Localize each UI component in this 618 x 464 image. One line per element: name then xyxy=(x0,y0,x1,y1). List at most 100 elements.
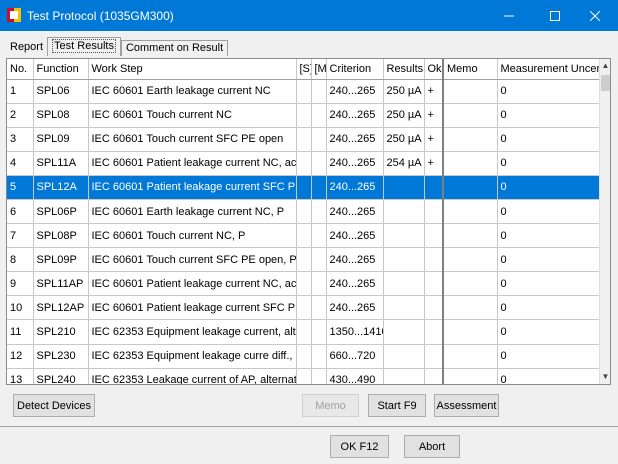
cell-s[interactable] xyxy=(296,295,312,321)
cell-function[interactable]: SPL11AP xyxy=(33,271,89,297)
cell-no[interactable]: 6 xyxy=(7,199,34,225)
assessment-button[interactable]: Assessment xyxy=(434,394,499,417)
cell-function[interactable]: SPL11A xyxy=(33,151,89,176)
cell-memo[interactable] xyxy=(442,151,498,176)
cell-results[interactable]: 250 µA xyxy=(383,127,425,152)
cell-memo[interactable] xyxy=(442,199,498,225)
col-header-function[interactable]: Function xyxy=(33,59,89,80)
cell-memo[interactable] xyxy=(442,175,498,200)
cell-memo[interactable] xyxy=(442,223,498,249)
cell-s[interactable] xyxy=(296,344,312,369)
cell-ok[interactable] xyxy=(424,319,444,345)
cell-criterion[interactable]: 240...265 xyxy=(326,103,384,128)
cell-uncertainty[interactable]: 0 xyxy=(497,319,602,345)
cell-criterion[interactable]: 240...265 xyxy=(326,199,384,225)
cell-criterion[interactable]: 240...265 xyxy=(326,127,384,152)
cell-no[interactable]: 10 xyxy=(7,295,34,321)
cell-uncertainty[interactable]: 0 xyxy=(497,295,602,321)
cell-criterion[interactable]: 240...265 xyxy=(326,223,384,249)
cell-function[interactable]: SPL09P xyxy=(33,247,89,273)
cell-criterion[interactable]: 240...265 xyxy=(326,151,384,176)
cell-uncertainty[interactable]: 0 xyxy=(497,79,602,104)
detect-devices-button[interactable]: Detect Devices xyxy=(13,394,95,417)
cell-no[interactable]: 9 xyxy=(7,271,34,297)
cell-m[interactable] xyxy=(311,344,327,369)
cell-no[interactable]: 11 xyxy=(7,319,34,345)
cell-results[interactable] xyxy=(383,271,425,297)
cell-work-step[interactable]: IEC 60601 Touch current SFC PE open xyxy=(88,127,297,152)
cell-no[interactable]: 8 xyxy=(7,247,34,273)
cell-s[interactable] xyxy=(296,79,312,104)
scroll-up-icon[interactable]: ▲ xyxy=(600,59,610,73)
cell-work-step[interactable]: IEC 60601 Patient leakage current NC, ac… xyxy=(88,271,297,297)
tab-comment-on-result[interactable]: Comment on Result xyxy=(120,40,229,56)
cell-criterion[interactable]: 660...720 xyxy=(326,344,384,369)
cell-memo[interactable] xyxy=(442,295,498,321)
cell-s[interactable] xyxy=(296,151,312,176)
table-row[interactable]: 13 SPL240 IEC 62353 Leakage current of AP,… xyxy=(7,368,602,384)
cell-no[interactable]: 7 xyxy=(7,223,34,249)
cell-memo[interactable] xyxy=(442,319,498,345)
cell-function[interactable]: SPL06 xyxy=(33,79,89,104)
cell-results[interactable] xyxy=(383,368,425,384)
cell-function[interactable]: SPL06P xyxy=(33,199,89,225)
cell-uncertainty[interactable]: 0 xyxy=(497,247,602,273)
cell-no[interactable]: 13 xyxy=(7,368,34,384)
tab-test-results[interactable]: Test Results xyxy=(47,37,121,56)
abort-button[interactable]: Abort xyxy=(404,435,460,458)
cell-s[interactable] xyxy=(296,368,312,384)
cell-work-step[interactable]: IEC 62353 Equipment leakage curre diff.,… xyxy=(88,344,297,369)
cell-uncertainty[interactable]: 0 xyxy=(497,271,602,297)
cell-function[interactable]: SPL230 xyxy=(33,344,89,369)
col-header-uncertainty[interactable]: Measurement Uncertainty xyxy=(497,59,602,80)
cell-work-step[interactable]: IEC 62353 Leakage current of AP, alterna… xyxy=(88,368,297,384)
cell-criterion[interactable]: 240...265 xyxy=(326,271,384,297)
cell-uncertainty[interactable]: 0 xyxy=(497,127,602,152)
col-header-criterion[interactable]: Criterion xyxy=(326,59,384,80)
cell-ok[interactable]: + xyxy=(424,103,444,128)
cell-m[interactable] xyxy=(311,175,327,200)
results-grid[interactable]: No. Function Work Step [S] [M] Criterion… xyxy=(6,58,611,385)
col-header-memo[interactable]: Memo xyxy=(442,59,498,80)
close-button[interactable] xyxy=(572,0,618,31)
table-row[interactable]: 2 SPL08 IEC 60601 Touch current NC 240...26… xyxy=(7,103,602,128)
cell-memo[interactable] xyxy=(442,79,498,104)
table-row[interactable]: 1 SPL06 IEC 60601 Earth leakage current NC… xyxy=(7,79,602,104)
cell-no[interactable]: 1 xyxy=(7,79,34,104)
memo-button[interactable]: Memo xyxy=(302,394,359,417)
cell-ok[interactable] xyxy=(424,199,444,225)
table-row[interactable]: 9 SPL11AP IEC 60601 Patient leakage curren… xyxy=(7,271,602,297)
table-row[interactable]: 12 SPL230 IEC 62353 Equipment leakage curr… xyxy=(7,344,602,369)
col-header-ok[interactable]: Ok xyxy=(424,59,444,80)
cell-no[interactable]: 2 xyxy=(7,103,34,128)
cell-criterion[interactable]: 240...265 xyxy=(326,247,384,273)
cell-results[interactable] xyxy=(383,175,425,200)
cell-memo[interactable] xyxy=(442,103,498,128)
start-button[interactable]: Start F9 xyxy=(368,394,426,417)
cell-uncertainty[interactable]: 0 xyxy=(497,199,602,225)
cell-ok[interactable] xyxy=(424,344,444,369)
cell-results[interactable]: 254 µA xyxy=(383,151,425,176)
table-row[interactable]: 6 SPL06P IEC 60601 Earth leakage current N… xyxy=(7,199,602,225)
cell-function[interactable]: SPL240 xyxy=(33,368,89,384)
cell-results[interactable] xyxy=(383,319,425,345)
cell-ok[interactable] xyxy=(424,247,444,273)
cell-s[interactable] xyxy=(296,127,312,152)
cell-uncertainty[interactable]: 0 xyxy=(497,151,602,176)
cell-s[interactable] xyxy=(296,223,312,249)
cell-m[interactable] xyxy=(311,368,327,384)
cell-s[interactable] xyxy=(296,103,312,128)
cell-m[interactable] xyxy=(311,79,327,104)
tab-report[interactable]: Report xyxy=(6,40,47,56)
cell-uncertainty[interactable]: 0 xyxy=(497,223,602,249)
cell-memo[interactable] xyxy=(442,271,498,297)
col-header-no[interactable]: No. xyxy=(7,59,34,80)
cell-results[interactable] xyxy=(383,295,425,321)
cell-s[interactable] xyxy=(296,175,312,200)
table-row[interactable]: 3 SPL09 IEC 60601 Touch current SFC PE ope… xyxy=(7,127,602,152)
cell-function[interactable]: SPL08 xyxy=(33,103,89,128)
scroll-thumb[interactable] xyxy=(601,75,610,91)
cell-ok[interactable]: + xyxy=(424,151,444,176)
cell-results[interactable] xyxy=(383,199,425,225)
cell-no[interactable]: 3 xyxy=(7,127,34,152)
